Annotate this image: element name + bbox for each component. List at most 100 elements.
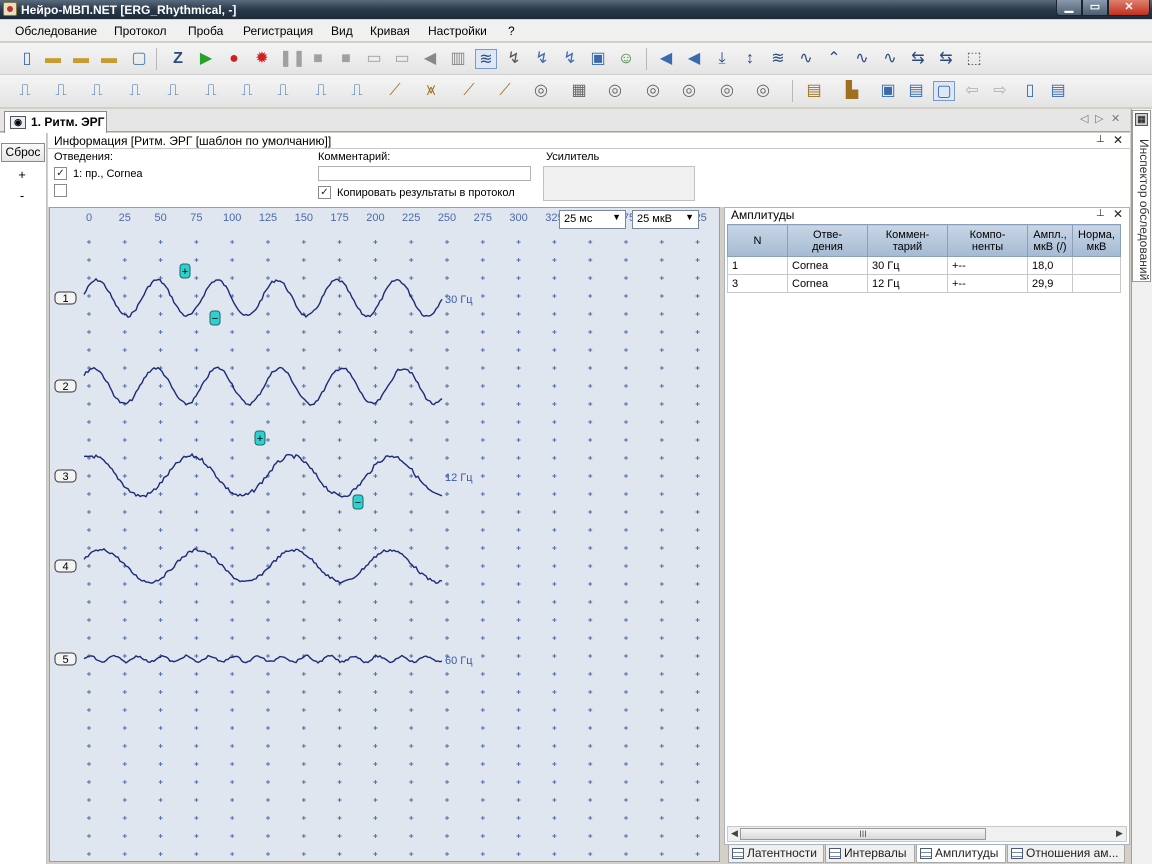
table-icon[interactable]: ▤ (803, 81, 825, 101)
table-row[interactable]: 3 Cornea 12 Гц +-- 29,9 (727, 274, 1121, 293)
info-close-icon[interactable]: ✕ (1113, 133, 1123, 147)
needle-two-icon[interactable]: ⟋ (458, 81, 480, 101)
stimulus-alt-icon[interactable]: ↯ (559, 49, 581, 69)
play-icon[interactable]: ▶ (195, 49, 217, 69)
tab-scroll-left-icon[interactable]: ◁ (1080, 112, 1088, 125)
lead-2-checkbox[interactable] (54, 184, 67, 197)
tab-close-icon[interactable]: ✕ (1111, 112, 1120, 125)
amplitude-scale-select[interactable]: 25 мкВ ▼ (632, 210, 699, 229)
zero-line-icon[interactable]: Z (167, 49, 189, 69)
copy-to-protocol-checkbox[interactable]: ✓ (318, 186, 331, 199)
add-button[interactable]: + (14, 167, 30, 182)
bars-icon[interactable]: ▥ (447, 49, 469, 69)
report-icon[interactable]: ▣ (587, 49, 609, 69)
curve-peak-icon[interactable]: ⌃ (823, 49, 845, 69)
open-folder-icon[interactable]: ▬ (42, 49, 64, 69)
maximize-button[interactable]: ▭ (1082, 0, 1108, 16)
info-window-icon[interactable]: ▢ (933, 81, 955, 101)
mode-t-icon[interactable]: ⎍ (200, 81, 222, 101)
mode-mo-icon[interactable]: ⎍ (346, 81, 368, 101)
needle-three-icon[interactable]: ⟋ (494, 81, 516, 101)
monitor-two-icon[interactable]: ▭ (391, 49, 413, 69)
mode-s-icon[interactable]: ⎍ (50, 81, 72, 101)
comment-input[interactable] (318, 166, 531, 181)
lead-1-checkbox[interactable]: ✓ (54, 167, 67, 180)
mode-h-icon[interactable]: ⎍ (124, 81, 146, 101)
mode-f-icon[interactable]: ⎍ (86, 81, 108, 101)
menu-protocol[interactable]: Протокол (114, 24, 167, 38)
col-comment[interactable]: Коммен- тарий (867, 224, 948, 257)
monitor-icon[interactable]: ▭ (363, 49, 385, 69)
curve-stretch-icon[interactable]: ↕ (739, 49, 761, 69)
table-row[interactable]: 1 Cornea 30 Гц +-- 18,0 (727, 256, 1121, 275)
patients-icon[interactable]: ☺ (615, 49, 637, 69)
flash-four-icon[interactable]: ◎ (716, 81, 738, 101)
scroll-right-icon[interactable]: ▶ (1116, 828, 1123, 839)
menu-test[interactable]: Проба (188, 24, 223, 38)
pause-icon[interactable]: ❚❚ (279, 49, 306, 69)
curves-mode-icon[interactable]: ≋ (475, 49, 497, 69)
flash-two-icon[interactable]: ◎ (642, 81, 664, 101)
record-icon[interactable]: ● (223, 49, 245, 69)
col-leads[interactable]: Отве- дения (787, 224, 868, 257)
erg-plot[interactable]: 0255075100125150175200225250275300325350… (49, 207, 720, 862)
close-window-button[interactable]: ✕ (1108, 0, 1150, 16)
menu-recording[interactable]: Регистрация (243, 24, 313, 38)
tab-scroll-right-icon[interactable]: ▷ (1095, 112, 1103, 125)
open-archive-icon[interactable]: ▬ (70, 49, 92, 69)
curve-delete-mark-icon[interactable]: ∿ (879, 49, 901, 69)
forward-icon[interactable]: ⇨ (989, 81, 1011, 101)
flash-three-icon[interactable]: ◎ (678, 81, 700, 101)
tab-rhythmic-erg[interactable]: ◉ 1. Ритм. ЭРГ (4, 111, 107, 133)
minimize-button[interactable]: ▁ (1056, 0, 1082, 16)
stop-reset-icon[interactable]: ■ (335, 49, 357, 69)
audio-out-icon[interactable]: ◀ (683, 49, 705, 69)
mode-ss-icon[interactable]: ⎍ (236, 81, 258, 101)
new-exam-icon[interactable]: ▯ (16, 49, 38, 69)
curve-mark-icon[interactable]: ∿ (851, 49, 873, 69)
scroll-thumb[interactable]: III (740, 828, 986, 840)
back-icon[interactable]: ⇦ (961, 81, 983, 101)
time-scale-select[interactable]: 25 мс ▼ (559, 210, 626, 229)
scroll-left-icon[interactable]: ◀ (731, 828, 738, 839)
eye-icon[interactable]: ◎ (530, 81, 552, 101)
menu-settings[interactable]: Настройки (428, 24, 487, 38)
curve-down-icon[interactable]: ⤓ (711, 49, 733, 69)
amplitudes-close-icon[interactable]: ✕ (1113, 207, 1123, 221)
tab-intervals[interactable]: Интервалы (825, 845, 915, 863)
curve-stack-icon[interactable]: ≋ (767, 49, 789, 69)
flash-five-icon[interactable]: ◎ (752, 81, 774, 101)
remove-button[interactable]: - (14, 188, 30, 203)
export-icon[interactable]: ▬ (98, 49, 120, 69)
reset-button[interactable]: Сброс (1, 143, 45, 162)
col-components[interactable]: Компо- ненты (947, 224, 1028, 257)
flash-icon[interactable]: ◎ (604, 81, 626, 101)
stop-icon[interactable]: ■ (307, 49, 329, 69)
graph-window-icon[interactable]: ▤ (905, 81, 927, 101)
mode-dbs-icon[interactable]: ⎍ (162, 81, 184, 101)
menu-curve[interactable]: Кривая (370, 24, 410, 38)
select-area-icon[interactable]: ⬚ (963, 49, 985, 69)
stimulus-icon[interactable]: ↯ (531, 49, 553, 69)
tab-ratios[interactable]: Отношения ам... (1007, 845, 1125, 863)
audio-in-icon[interactable]: ◀ (655, 49, 677, 69)
sound-icon[interactable]: ◀ (419, 49, 441, 69)
burst-icon[interactable]: ⩙ (420, 81, 442, 101)
page-list-icon[interactable]: ▤ (1047, 81, 1069, 101)
curve-wave-icon[interactable]: ∿ (795, 49, 817, 69)
calc-icon[interactable]: ▣ (877, 81, 899, 101)
new-protocol-icon[interactable]: ▢ (128, 49, 150, 69)
probe-icon[interactable]: ↯ (503, 49, 525, 69)
col-norm[interactable]: Норма, мкВ (1072, 224, 1121, 257)
curve-shift-left-icon[interactable]: ⇆ (907, 49, 929, 69)
horizontal-scrollbar[interactable]: ◀ III ▶ (727, 826, 1127, 842)
pin-icon[interactable]: ⊥ (1096, 134, 1105, 145)
menu-examination[interactable]: Обследование (15, 24, 97, 38)
histogram-icon[interactable]: ▙ (841, 81, 863, 101)
menu-view[interactable]: Вид (331, 24, 353, 38)
mode-sm-icon[interactable]: ⎍ (310, 81, 332, 101)
curve-shift-right-icon[interactable]: ⇆ (935, 49, 957, 69)
mode-mm-icon[interactable]: ⎍ (272, 81, 294, 101)
page-icon[interactable]: ▯ (1019, 81, 1041, 101)
tab-amplitudes[interactable]: Амплитуды (916, 845, 1006, 863)
